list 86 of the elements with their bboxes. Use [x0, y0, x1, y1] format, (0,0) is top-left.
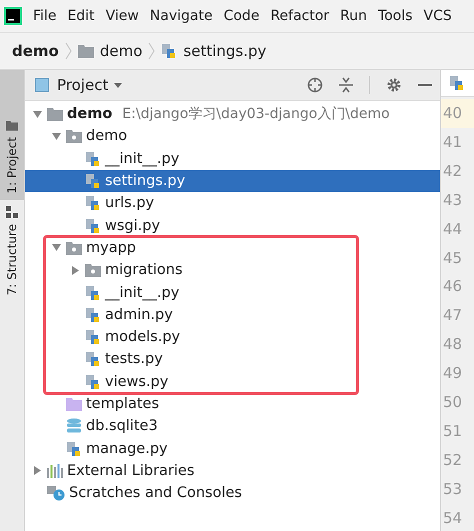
window-icon	[35, 78, 49, 92]
line-number: 46	[442, 276, 464, 298]
line-number: 48	[442, 334, 464, 356]
tree-item[interactable]: urls.py	[25, 192, 440, 214]
expanded-arrow-icon	[33, 110, 42, 119]
menu-item[interactable]: Edit	[67, 8, 95, 24]
menu-item[interactable]: Tools	[378, 8, 413, 24]
project-dropdown[interactable]: Project	[57, 76, 108, 94]
breadcrumb-item[interactable]: settings.py	[183, 42, 266, 60]
app-logo-icon	[4, 7, 22, 25]
folder-icon	[6, 120, 18, 132]
line-number: 42	[442, 160, 464, 182]
tree-item[interactable]: manage.py	[25, 437, 440, 460]
side-tab[interactable]: 1: Project	[0, 70, 24, 200]
menu-item[interactable]: Run	[340, 8, 368, 24]
python-file-icon	[85, 218, 101, 234]
tree-item[interactable]: demo E:\django学习\day03-django入门\demo	[25, 103, 440, 126]
expanded-arrow-icon	[52, 132, 61, 141]
line-number: 51	[442, 420, 464, 442]
side-tab[interactable]: 7: Structure	[0, 200, 24, 302]
expanded-arrow-icon	[52, 243, 61, 252]
editor-tab[interactable]	[441, 70, 474, 97]
python-file-icon	[85, 150, 101, 167]
line-number: 50	[442, 392, 464, 413]
folder-icon	[78, 44, 94, 58]
python-file-icon	[449, 74, 465, 91]
line-number: 40	[441, 98, 474, 128]
python-file-icon	[85, 306, 101, 323]
python-file-icon	[85, 284, 101, 301]
collapsed-arrow-icon	[71, 266, 80, 275]
python-file-icon	[85, 195, 101, 212]
collapse-icon[interactable]	[339, 77, 353, 93]
structure-icon	[6, 206, 18, 218]
line-number: 43	[442, 190, 464, 211]
tree-item[interactable]: tests.py	[25, 348, 440, 371]
tree-item[interactable]: settings.py	[25, 170, 440, 192]
menu-item[interactable]: Code	[224, 8, 260, 24]
tree-item[interactable]: views.py	[25, 370, 440, 393]
menu-item[interactable]: Refactor	[270, 8, 330, 24]
menu-item[interactable]: Navigate	[150, 8, 213, 24]
menu-item[interactable]: File	[33, 8, 56, 24]
tree-item[interactable]: wsgi.py	[25, 214, 440, 237]
line-number: 47	[442, 305, 464, 326]
tree-item[interactable]: Scratches and Consoles	[25, 482, 440, 504]
settings-icon[interactable]	[386, 77, 402, 93]
tree-item[interactable]: External Libraries	[25, 460, 440, 482]
chevron-icon	[64, 42, 72, 60]
tree-item[interactable]: __init__.py	[25, 148, 440, 170]
python-file-icon	[85, 351, 101, 368]
package-folder-icon	[66, 240, 82, 255]
line-number: 53	[442, 478, 464, 500]
tree-item[interactable]: models.py	[25, 326, 440, 348]
python-file-icon	[161, 43, 178, 59]
breadcrumb-item[interactable]: demo	[100, 42, 142, 60]
tree-item[interactable]: myapp	[25, 236, 440, 260]
chevron-icon	[148, 42, 156, 60]
line-number: 41	[442, 132, 464, 153]
line-number: 44	[442, 218, 464, 240]
python-file-icon	[85, 374, 101, 390]
caret-icon[interactable]	[114, 82, 122, 88]
line-number: 45	[442, 248, 464, 269]
collapsed-arrow-icon	[33, 466, 42, 476]
folder-icon	[66, 397, 82, 411]
library-icon	[47, 464, 63, 478]
python-file-icon	[85, 329, 101, 346]
breadcrumb-item[interactable]: demo	[12, 42, 59, 60]
tree-item[interactable]: db.sqlite3	[25, 415, 440, 438]
python-file-icon	[66, 440, 82, 457]
tree-item[interactable]: migrations	[25, 259, 440, 282]
python-file-icon	[85, 173, 101, 190]
database-icon	[66, 418, 82, 434]
folder-icon	[47, 107, 63, 122]
tree-item[interactable]: templates	[25, 392, 440, 416]
menu-item[interactable]: View	[106, 8, 139, 24]
line-number: 49	[442, 363, 464, 384]
tree-item[interactable]: __init__.py	[25, 281, 440, 304]
minimize-icon[interactable]	[418, 83, 432, 87]
crosshair-icon[interactable]	[307, 77, 323, 93]
tree-item[interactable]: admin.py	[25, 304, 440, 326]
scratches-clock-icon	[47, 485, 65, 502]
line-number: 52	[442, 450, 464, 471]
menu-item[interactable]: VCS	[424, 8, 452, 24]
package-folder-icon	[85, 263, 101, 278]
line-number: 54	[442, 508, 464, 529]
tree-item[interactable]: demo	[25, 125, 440, 148]
package-folder-icon	[66, 129, 82, 144]
